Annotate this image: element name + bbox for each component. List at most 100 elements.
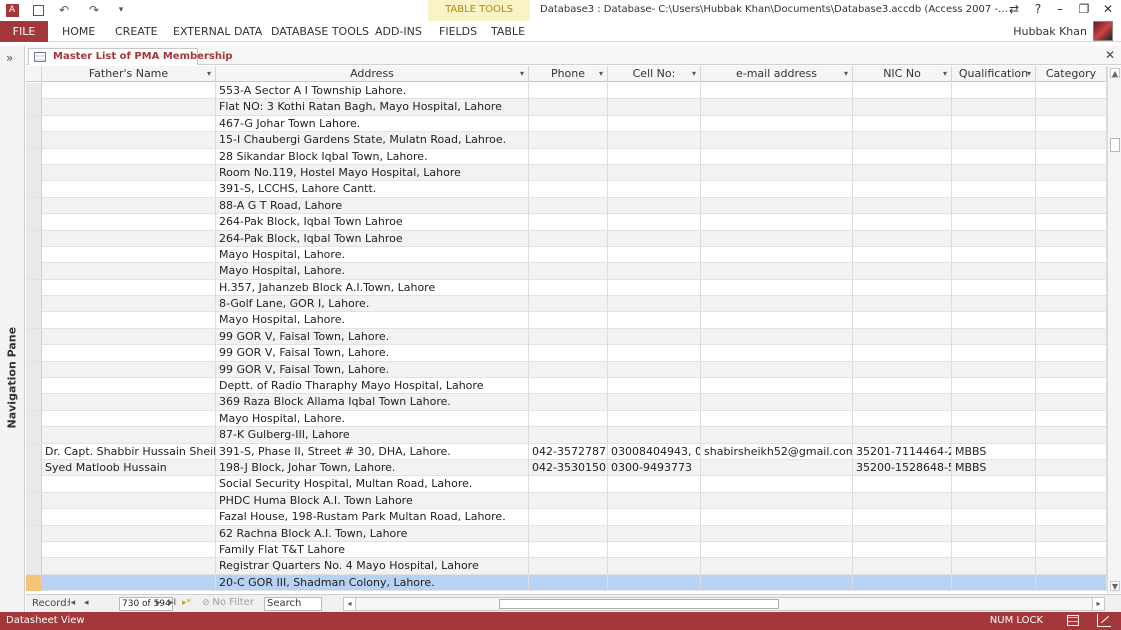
select-all-corner[interactable]	[26, 66, 42, 82]
cell-qualification[interactable]	[952, 525, 1036, 542]
cell-address[interactable]: 62 Rachna Block A.I. Town, Lahore	[216, 525, 529, 542]
cell-cell-no[interactable]	[608, 99, 701, 116]
cell-email[interactable]	[701, 574, 853, 591]
table-row[interactable]: 28 Sikandar Block Iqbal Town, Lahore.	[26, 148, 1107, 165]
table-row[interactable]: Fazal House, 198-Rustam Park Multan Road…	[26, 509, 1107, 526]
cell-address[interactable]: 467-G Johar Town Lahore.	[216, 115, 529, 132]
filter-toggle[interactable]: ⊘ No Filter	[202, 597, 254, 608]
cell-address[interactable]: 20-C GOR III, Shadman Colony, Lahore.	[216, 574, 529, 591]
help-button[interactable]: ?	[1028, 2, 1048, 18]
cell-email[interactable]	[701, 246, 853, 263]
cell-category[interactable]	[1036, 476, 1107, 493]
cell-nic-no[interactable]: 35200-1528648-5	[853, 459, 952, 476]
cell-address[interactable]: 391-S, LCCHS, Lahore Cantt.	[216, 181, 529, 198]
table-row[interactable]: 99 GOR V, Faisal Town, Lahore.	[26, 345, 1107, 362]
cell-phone[interactable]	[529, 361, 608, 378]
record-selector[interactable]	[26, 361, 42, 378]
table-row[interactable]: 15-I Chaubergi Gardens State, Mulatn Roa…	[26, 132, 1107, 149]
table-row[interactable]: PHDC Huma Block A.I. Town Lahore	[26, 492, 1107, 510]
navigation-pane-label[interactable]: Navigation Pane	[6, 327, 19, 429]
next-record-button[interactable]: ▸	[156, 598, 161, 608]
cell-phone[interactable]	[529, 263, 608, 280]
cell-email[interactable]	[701, 427, 853, 444]
cell-address[interactable]: Mayo Hospital, Lahore.	[216, 410, 529, 427]
datasheet-view-icon[interactable]	[1067, 615, 1079, 626]
record-selector[interactable]	[26, 148, 42, 165]
cell-address[interactable]: Family Flat T&T Lahore	[216, 541, 529, 558]
cell-nic-no[interactable]	[853, 83, 952, 99]
cell-address[interactable]: Deptt. of Radio Tharaphy Mayo Hospital, …	[216, 378, 529, 395]
cell-nic-no[interactable]	[853, 214, 952, 231]
column-header-fathers-name[interactable]: Father's Name ▾	[42, 66, 216, 82]
cell-address[interactable]: Mayo Hospital, Lahore.	[216, 312, 529, 329]
document-tab[interactable]: Master List of PMA Membership	[28, 48, 233, 65]
minimize-button[interactable]: –	[1050, 2, 1070, 18]
cell-cell-no[interactable]	[608, 509, 701, 526]
restore-button[interactable]: ❐	[1074, 2, 1094, 18]
scroll-down-icon[interactable]: ▼	[1110, 581, 1120, 591]
record-selector[interactable]	[26, 378, 42, 395]
redo-icon[interactable]: ↷	[86, 2, 102, 18]
table-row[interactable]: 20-C GOR III, Shadman Colony, Lahore.	[26, 574, 1107, 592]
cell-cell-no[interactable]	[608, 574, 701, 591]
cell-fathers-name[interactable]	[42, 263, 216, 280]
cell-phone[interactable]	[529, 214, 608, 231]
record-selector[interactable]	[26, 246, 42, 263]
cell-email[interactable]	[701, 394, 853, 411]
cell-category[interactable]	[1036, 328, 1107, 345]
cell-cell-no[interactable]	[608, 83, 701, 99]
record-selector[interactable]	[26, 476, 42, 493]
cell-email[interactable]	[701, 99, 853, 116]
cell-qualification[interactable]	[952, 558, 1036, 575]
cell-phone[interactable]	[529, 99, 608, 116]
cell-category[interactable]	[1036, 230, 1107, 247]
cell-email[interactable]	[701, 115, 853, 132]
column-dropdown-icon[interactable]: ▾	[520, 66, 524, 82]
cell-category[interactable]	[1036, 541, 1107, 558]
cell-email[interactable]	[701, 230, 853, 247]
cell-phone[interactable]	[529, 541, 608, 558]
search-input[interactable]: Search	[264, 597, 322, 611]
cell-address[interactable]: H.357, Jahanzeb Block A.I.Town, Lahore	[216, 279, 529, 296]
cell-fathers-name[interactable]	[42, 214, 216, 231]
cell-phone[interactable]	[529, 197, 608, 214]
cell-nic-no[interactable]	[853, 164, 952, 181]
cell-category[interactable]	[1036, 459, 1107, 476]
column-dropdown-icon[interactable]: ▾	[599, 66, 603, 82]
cell-fathers-name[interactable]	[42, 558, 216, 575]
navigation-pane[interactable]: » Navigation Pane	[0, 46, 25, 612]
cell-nic-no[interactable]	[853, 230, 952, 247]
column-dropdown-icon[interactable]: ▾	[943, 66, 947, 82]
cell-category[interactable]	[1036, 132, 1107, 149]
cell-category[interactable]	[1036, 181, 1107, 198]
cell-address[interactable]: 553-A Sector A I Township Lahore.	[216, 83, 529, 99]
scroll-right-icon[interactable]: ▸	[1092, 598, 1104, 610]
record-selector[interactable]	[26, 214, 42, 231]
cell-address[interactable]: 198-J Block, Johar Town, Lahore.	[216, 459, 529, 476]
tab-external-data[interactable]: EXTERNAL DATA	[173, 25, 262, 38]
nav-pane-expand-icon[interactable]: »	[6, 51, 13, 65]
cell-fathers-name[interactable]	[42, 99, 216, 116]
column-header-category[interactable]: Category	[1036, 66, 1107, 82]
tab-fields[interactable]: FIELDS	[439, 25, 477, 38]
vertical-scroll-thumb[interactable]	[1110, 138, 1120, 152]
cell-fathers-name[interactable]	[42, 525, 216, 542]
cell-phone[interactable]	[529, 279, 608, 296]
cell-qualification[interactable]	[952, 197, 1036, 214]
table-row[interactable]: 553-A Sector A I Township Lahore.	[26, 83, 1107, 100]
table-row[interactable]: Deptt. of Radio Tharaphy Mayo Hospital, …	[26, 378, 1107, 395]
cell-nic-no[interactable]	[853, 394, 952, 411]
cell-category[interactable]	[1036, 492, 1107, 509]
cell-email[interactable]	[701, 164, 853, 181]
cell-phone[interactable]	[529, 164, 608, 181]
cell-fathers-name[interactable]	[42, 509, 216, 526]
cell-fathers-name[interactable]	[42, 427, 216, 444]
cell-email[interactable]	[701, 279, 853, 296]
table-row[interactable]: 99 GOR V, Faisal Town, Lahore.	[26, 361, 1107, 379]
cell-cell-no[interactable]	[608, 246, 701, 263]
column-dropdown-icon[interactable]: ▾	[207, 66, 211, 82]
cell-email[interactable]	[701, 197, 853, 214]
new-record-button[interactable]: ▸*	[182, 598, 191, 608]
cell-qualification[interactable]	[952, 296, 1036, 313]
cell-email[interactable]	[701, 312, 853, 329]
